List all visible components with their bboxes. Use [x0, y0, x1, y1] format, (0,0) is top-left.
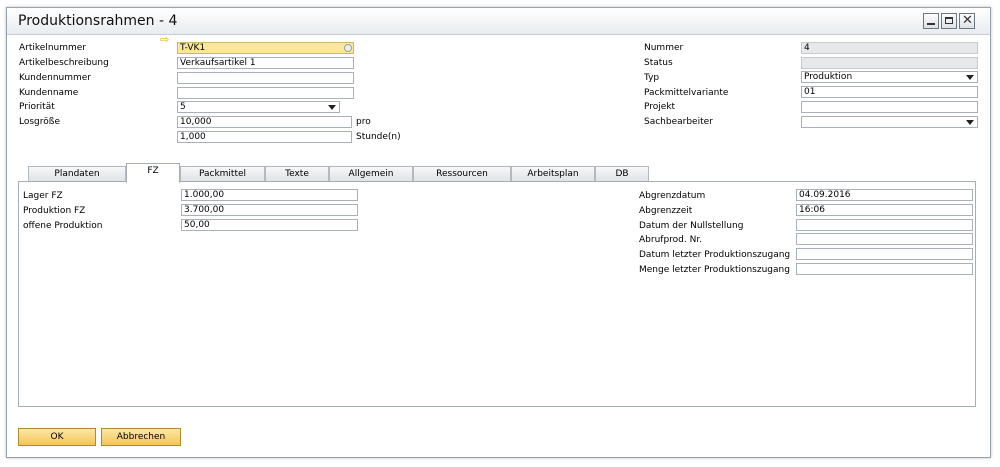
close-button[interactable]: ✕ — [959, 13, 975, 29]
offene-produktion-label: offene Produktion — [23, 221, 103, 231]
tab-allgemein[interactable]: Allgemein — [329, 166, 413, 181]
chevron-down-icon — [966, 120, 974, 125]
tab-texte[interactable]: Texte — [265, 166, 329, 181]
artikelnummer-value: T-VK1 — [180, 43, 206, 53]
abrufprod-nr-field[interactable] — [796, 233, 973, 245]
nummer-label: Nummer — [644, 43, 684, 53]
abgrenzdatum-field[interactable]: 04.09.2016 — [796, 189, 973, 201]
window-title: Produktionsrahmen - 4 — [18, 13, 178, 29]
artikelbeschreibung-field[interactable]: Verkaufsartikel 1 — [177, 57, 354, 69]
typ-label: Typ — [644, 73, 660, 83]
artikelnummer-label: Artikelnummer — [19, 43, 86, 53]
projekt-field[interactable] — [801, 101, 978, 113]
kundennummer-label: Kundennummer — [19, 73, 91, 83]
ok-button[interactable]: OK — [18, 428, 96, 446]
prioritaet-label: Priorität — [19, 102, 55, 112]
menge-letzter-produktionszugang-field[interactable] — [796, 263, 973, 275]
abgrenzzeit-label: Abgrenzzeit — [639, 206, 693, 216]
typ-dropdown[interactable]: Produktion — [801, 71, 978, 83]
minimize-button[interactable] — [923, 13, 939, 29]
projekt-label: Projekt — [644, 102, 676, 112]
status-label: Status — [644, 58, 673, 68]
choose-from-list-icon[interactable] — [344, 44, 352, 52]
tab-packmittel[interactable]: Packmittel — [180, 166, 265, 181]
packmittelvariante-field[interactable]: 01 — [801, 86, 978, 98]
maximize-button[interactable] — [941, 13, 957, 29]
artikelnummer-field[interactable]: T-VK1 — [177, 42, 354, 54]
close-icon: ✕ — [962, 13, 973, 28]
title-bar[interactable]: Produktionsrahmen - 4 ✕ — [7, 8, 990, 35]
link-arrow-icon[interactable]: ⇨ — [160, 34, 169, 45]
produktion-fz-label: Produktion FZ — [23, 206, 86, 216]
chevron-down-icon — [328, 105, 336, 110]
abgrenzzeit-field[interactable]: 16:06 — [796, 204, 973, 216]
menge-letzter-produktionszugang-label: Menge letzter Produktionszugang — [639, 265, 790, 275]
nummer-field: 4 — [801, 42, 978, 54]
losgroesse-label: Losgröße — [19, 117, 60, 127]
kundennummer-field[interactable] — [177, 72, 354, 84]
kundenname-label: Kundenname — [19, 88, 79, 98]
zeit-field[interactable]: 1,000 — [177, 131, 352, 143]
abgrenzdatum-label: Abgrenzdatum — [639, 191, 706, 201]
datum-nullstellung-field[interactable] — [796, 219, 973, 231]
lager-fz-field[interactable]: 1.000,00 — [181, 189, 358, 201]
tab-ressourcen[interactable]: Ressourcen — [413, 166, 511, 181]
sachbearbeiter-dropdown[interactable] — [801, 116, 978, 128]
artikelbeschreibung-label: Artikelbeschreibung — [19, 58, 109, 68]
sachbearbeiter-label: Sachbearbeiter — [644, 117, 713, 127]
losgroesse-unit: pro — [356, 117, 371, 127]
typ-value: Produktion — [804, 72, 853, 82]
offene-produktion-field[interactable]: 50,00 — [181, 219, 358, 231]
tab-arbeitsplan[interactable]: Arbeitsplan — [511, 166, 595, 181]
status-field — [801, 57, 978, 69]
packmittelvariante-label: Packmittelvariante — [644, 88, 729, 98]
datum-letzter-produktionszugang-field[interactable] — [796, 248, 973, 260]
tab-fz[interactable]: FZ — [126, 163, 180, 183]
datum-nullstellung-label: Datum der Nullstellung — [639, 221, 744, 231]
datum-letzter-produktionszugang-label: Datum letzter Produktionszugang — [639, 250, 791, 260]
kundenname-field[interactable] — [177, 87, 354, 99]
abrufprod-nr-label: Abrufprod. Nr. — [639, 235, 703, 245]
tab-plandaten[interactable]: Plandaten — [28, 166, 126, 181]
losgroesse-field[interactable]: 10,000 — [177, 116, 352, 128]
maximize-icon — [945, 17, 953, 24]
cancel-button[interactable]: Abbrechen — [101, 428, 181, 446]
tab-db[interactable]: DB — [595, 166, 649, 181]
produktion-fz-field[interactable]: 3.700,00 — [181, 204, 358, 216]
minimize-icon — [927, 23, 935, 25]
chevron-down-icon — [966, 75, 974, 80]
prioritaet-dropdown[interactable]: 5 — [177, 101, 340, 113]
lager-fz-label: Lager FZ — [23, 191, 63, 201]
prioritaet-value: 5 — [180, 102, 186, 112]
zeit-unit: Stunde(n) — [356, 132, 401, 142]
